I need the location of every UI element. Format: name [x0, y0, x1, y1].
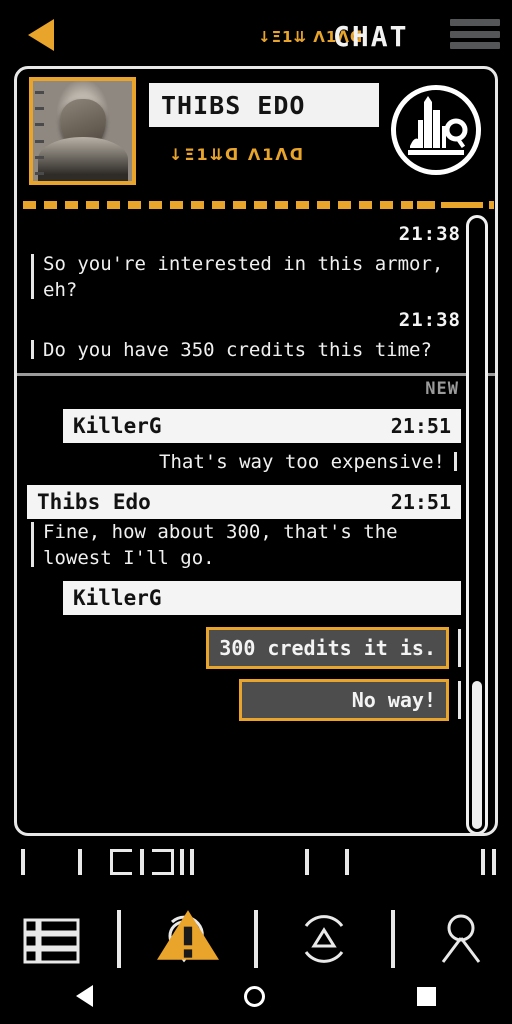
old-messages-group: 21:38 So you're interested in this armor…	[17, 213, 495, 363]
reply-options: 300 credits it is. No way!	[17, 627, 495, 721]
tick-mark	[305, 849, 309, 875]
message-scrollbar[interactable]	[466, 215, 488, 833]
android-navigation-bar	[0, 968, 512, 1024]
tick-mark	[492, 849, 496, 875]
nav-item-profile[interactable]	[425, 908, 497, 970]
tick-mark	[78, 849, 82, 875]
message-text: Do you have 350 credits this time?	[27, 337, 461, 363]
avatar-tick	[35, 155, 44, 159]
tick-mark	[140, 849, 144, 875]
amber-solid-segment	[417, 201, 435, 209]
message-sender-bar: Thibs Edo 21:51	[27, 485, 461, 519]
reply-indent-bar	[458, 629, 461, 667]
contact-header: THIBS EDO ↓Ξ1⇊ᗡ Λ1ᐱᗡ	[17, 69, 495, 197]
reply-option-row: No way!	[27, 679, 461, 721]
amber-solid-segment	[441, 202, 483, 208]
message-list[interactable]: 21:38 So you're interested in this armor…	[17, 213, 495, 827]
amber-dash-segment	[23, 201, 413, 209]
tick-mark	[180, 849, 184, 875]
android-recents-icon[interactable]	[417, 986, 437, 1006]
message-timestamp: 21:51	[390, 414, 451, 438]
nav-item-list[interactable]	[15, 908, 87, 970]
hamburger-line	[450, 30, 500, 38]
message-group-killerg: KillerG 21:51 That's way too expensive!	[17, 409, 495, 475]
app-root: ↓Ξ1⇊ Λ1ᐱᗡ CHAT THIBS EDO ↓Ξ1⇊ᗡ Λ1ᐱᗡ 21:3…	[0, 0, 512, 1024]
contact-portrait	[33, 81, 132, 181]
chat-panel: THIBS EDO ↓Ξ1⇊ᗡ Λ1ᐱᗡ 21:38 So you're int…	[14, 66, 498, 836]
tick-mark	[190, 849, 194, 875]
contact-name: THIBS EDO	[161, 90, 306, 120]
amber-divider	[17, 197, 495, 213]
nav-item-radar[interactable]	[288, 908, 360, 970]
alert-warning-badge	[156, 910, 219, 960]
message-sender-name: Thibs Edo	[37, 490, 151, 514]
contact-alien-subtitle: ↓Ξ1⇊ᗡ Λ1ᐱᗡ	[169, 145, 306, 164]
message-text: So you're interested in this armor, eh?	[27, 251, 461, 303]
avatar-tick	[35, 139, 44, 143]
avatar-tick	[35, 107, 44, 111]
android-back-icon[interactable]	[75, 985, 93, 1007]
city-skyline-emblem	[391, 85, 481, 175]
new-messages-label: NEW	[425, 379, 459, 399]
bracket-glyph	[152, 849, 174, 875]
pending-sender-group: KillerG	[17, 581, 495, 615]
message-timestamp: 21:51	[390, 490, 451, 514]
back-arrow-icon[interactable]	[28, 19, 54, 51]
reply-option-accept[interactable]: 300 credits it is.	[206, 627, 449, 669]
hamburger-line	[450, 19, 500, 26]
message-group-thibs: Thibs Edo 21:51 Fine, how about 300, tha…	[17, 485, 495, 571]
avatar-tick	[35, 91, 44, 94]
reply-option-decline[interactable]: No way!	[239, 679, 449, 721]
tick-mark	[21, 849, 25, 875]
message-timestamp: 21:38	[398, 223, 461, 245]
message-text: Fine, how about 300, that's the lowest I…	[27, 519, 461, 571]
nav-item-location[interactable]	[152, 908, 224, 970]
reply-indent-bar	[458, 681, 461, 719]
avatar-tick	[35, 123, 44, 127]
message-timestamp: 21:38	[398, 309, 461, 331]
scrollbar-thumb[interactable]	[472, 681, 482, 829]
avatar[interactable]	[29, 77, 136, 185]
message-sender-bar: KillerG 21:51	[63, 409, 461, 443]
pending-sender-bar: KillerG	[63, 581, 461, 615]
nav-separator	[253, 910, 258, 968]
tick-mark	[345, 849, 349, 875]
contact-name-plate: THIBS EDO	[149, 83, 379, 127]
bracket-glyph	[110, 849, 132, 875]
message-text: That's way too expensive!	[27, 449, 461, 475]
avatar-tick	[35, 171, 44, 175]
avatar-tick-marks	[35, 91, 45, 175]
page-title: CHAT	[333, 20, 409, 53]
android-home-icon[interactable]	[244, 985, 266, 1007]
reply-option-row: 300 credits it is.	[27, 627, 461, 669]
tick-mark	[481, 849, 485, 875]
amber-solid-segment	[489, 201, 494, 209]
new-messages-divider	[17, 373, 495, 376]
top-bar: ↓Ξ1⇊ Λ1ᐱᗡ CHAT	[0, 0, 512, 66]
decorative-marks-row	[0, 845, 512, 885]
message-sender-name: KillerG	[73, 414, 162, 438]
pending-sender-name: KillerG	[73, 586, 162, 610]
hamburger-line	[450, 42, 500, 49]
nav-separator	[390, 910, 395, 968]
nav-separator	[117, 910, 122, 968]
hamburger-menu-icon[interactable]	[450, 19, 500, 49]
